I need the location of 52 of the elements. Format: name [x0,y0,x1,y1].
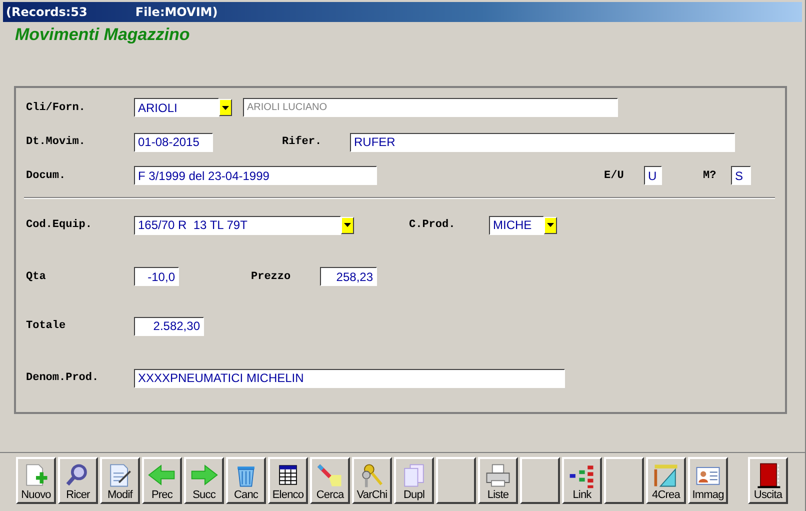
field-label: Cod.Equip. [26,219,94,232]
window-title: File:MOVIM) [135,5,218,19]
toolbar-button[interactable]: Uscita [748,456,788,504]
field-label: Denom.Prod. [26,372,100,384]
toolbar-button[interactable]: Nuovo [16,456,56,504]
field-label: Totale [26,320,67,332]
input-field[interactable]: MICHE [489,216,544,235]
input-field[interactable]: S [731,166,751,186]
empty-button[interactable] [436,456,476,504]
field-label: Docum. [26,170,67,182]
window-title: (Records:53 [6,5,88,19]
field-label: Rifer. [282,136,323,148]
input-field[interactable]: 2.582,30 [134,316,204,336]
toolbar-button[interactable]: Immag [688,456,728,504]
toolbar-button[interactable]: Liste [478,456,518,504]
caret-icon [344,223,351,228]
name-field[interactable]: ARIOLI LUCIANO [243,98,618,118]
form-heading: Movimenti Magazzino [15,25,191,46]
caret-icon [222,106,229,110]
input-field[interactable]: 01-08-2015 [134,132,213,152]
toolbar-button[interactable]: Link [562,456,602,504]
empty-button[interactable] [520,456,560,504]
toolbar-button[interactable]: VarChi [352,456,392,504]
toolbar-button[interactable]: Elenco [268,456,308,504]
dropdown-button[interactable] [341,216,354,234]
toolbar-button[interactable]: Modif [100,456,140,504]
toolbar-button[interactable]: Succ [184,456,224,504]
input-field[interactable]: F 3/1999 del 23-04-1999 [134,166,377,186]
field-label: Prezzo [251,270,292,283]
dropdown-button[interactable] [544,216,557,234]
field-label: C.Prod. [409,219,456,232]
field-label: Cli/Forn. [26,102,86,114]
input-field[interactable]: ARIOLI [134,98,219,118]
input-field[interactable]: U [644,166,662,186]
input-field[interactable]: 165/70 R 13 TL 79T [134,216,341,235]
field-label: E/U [604,170,625,182]
field-label: M? [703,170,718,182]
input-field[interactable]: 258,23 [320,267,377,286]
toolbar-button[interactable]: Ricer [58,456,98,504]
input-field[interactable]: RUFER [350,132,735,152]
caret-icon [547,223,554,228]
dropdown-button[interactable] [219,99,232,116]
toolbar-button[interactable]: Dupl [394,456,434,504]
toolbar-button[interactable]: Prec [142,456,182,504]
input-field[interactable]: XXXXPNEUMATICI MICHELIN [134,368,565,388]
input-field[interactable]: -10,0 [134,267,179,286]
field-label: Dt.Movim. [26,136,86,148]
toolbar-button[interactable]: Canc [226,456,266,504]
toolbar-button[interactable]: Cerca [310,456,350,504]
toolbar-button[interactable]: 4Crea [646,456,686,504]
field-label: Qta [26,270,47,283]
empty-button[interactable] [604,456,644,504]
